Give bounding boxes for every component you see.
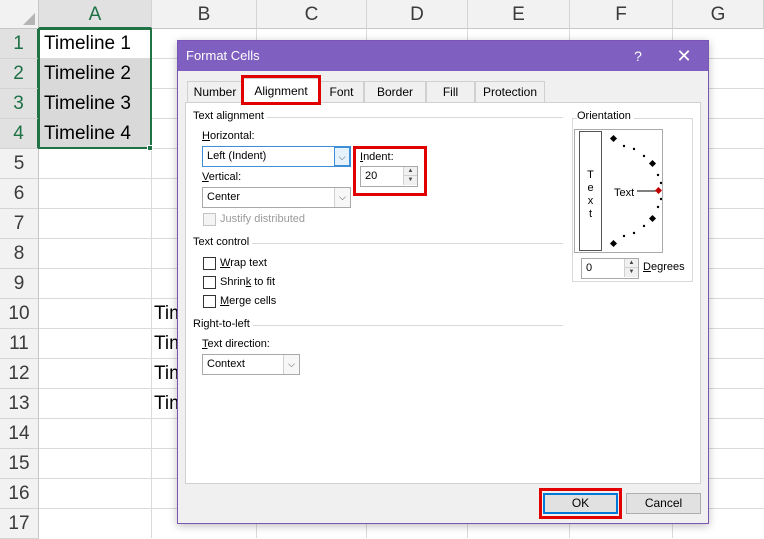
horizontal-alignment-value: Left (Indent) — [207, 150, 267, 162]
row-header-17[interactable]: 17 — [0, 509, 39, 539]
degrees-label: Degrees — [643, 261, 685, 273]
right-to-left-group-label: Right-to-left — [193, 318, 253, 330]
tab-protection[interactable]: Protection — [475, 81, 545, 102]
text-direction-select[interactable]: Context ⌵ — [202, 354, 300, 375]
row-header-10[interactable]: 10 — [0, 299, 39, 329]
column-header-d[interactable]: D — [367, 0, 468, 29]
text-direction-label: Text direction: — [202, 338, 270, 350]
row-header-13[interactable]: 13 — [0, 389, 39, 419]
indent-label: Indent: — [360, 151, 394, 163]
column-header-a[interactable]: A — [39, 0, 152, 29]
row-header-5[interactable]: 5 — [0, 149, 39, 179]
chevron-down-icon[interactable]: ⌵ — [334, 147, 350, 166]
orientation-diamond-marker — [609, 239, 618, 248]
tab-fill[interactable]: Fill — [426, 81, 475, 102]
vertical-text-toggle[interactable]: T e x t — [579, 131, 602, 251]
spin-down-icon[interactable]: ▼ — [624, 268, 638, 277]
horizontal-label: Horizontal: — [202, 130, 255, 142]
degrees-value: 0 — [586, 262, 593, 274]
vertical-text-char: e — [587, 182, 594, 194]
row-header-7[interactable]: 7 — [0, 209, 39, 239]
orientation-text-label: Text — [614, 187, 635, 199]
shrink-to-fit-checkbox[interactable] — [203, 276, 216, 289]
vertical-text-char: t — [588, 208, 593, 220]
ok-button[interactable]: OK — [543, 493, 618, 514]
text-direction-value: Context — [207, 358, 245, 370]
orientation-handle[interactable] — [654, 186, 662, 195]
justify-distributed-label: Justify distributed — [220, 213, 305, 225]
wrap-text-checkbox[interactable] — [203, 257, 216, 270]
column-header-e[interactable]: E — [468, 0, 570, 29]
row-header-11[interactable]: 11 — [0, 329, 39, 359]
degrees-spinner[interactable]: 0 ▲ ▼ — [581, 258, 639, 279]
row-header-12[interactable]: 12 — [0, 359, 39, 389]
column-header-b[interactable]: B — [152, 0, 257, 29]
fill-handle[interactable] — [147, 145, 153, 151]
row-header-2[interactable]: 2 — [0, 59, 39, 89]
justify-distributed-checkbox[interactable] — [203, 213, 216, 226]
row-header-15[interactable]: 15 — [0, 449, 39, 479]
row-header-8[interactable]: 8 — [0, 239, 39, 269]
horizontal-alignment-select[interactable]: Left (Indent) ⌵ — [202, 146, 351, 167]
indent-spinner[interactable]: 20 ▲ ▼ — [360, 166, 418, 187]
orientation-diamond-marker — [648, 214, 657, 223]
orientation-group-label: Orientation — [577, 110, 634, 122]
row-header-4[interactable]: 4 — [0, 119, 39, 149]
merge-cells-label: Merge cells — [220, 295, 277, 307]
vertical-label: Vertical: — [202, 171, 242, 183]
format-cells-dialog: Format Cells ? ✕ Number Alignment Font B… — [177, 40, 709, 524]
row-header-3[interactable]: 3 — [0, 89, 39, 119]
text-control-group-label: Text control — [193, 236, 253, 248]
selection-border — [38, 28, 152, 149]
spin-down-icon[interactable]: ▼ — [403, 176, 417, 185]
shrink-to-fit-label: Shrink to fit — [220, 276, 276, 288]
column-header-f[interactable]: F — [570, 0, 673, 29]
chevron-down-icon[interactable]: ⌵ — [283, 355, 299, 374]
indent-value: 20 — [365, 170, 378, 182]
column-header-g[interactable]: G — [673, 0, 764, 29]
spin-up-icon[interactable]: ▲ — [624, 259, 638, 268]
chevron-down-icon[interactable]: ⌵ — [334, 188, 350, 207]
help-button[interactable]: ? — [626, 41, 650, 71]
merge-cells-checkbox[interactable] — [203, 295, 216, 308]
dialog-title: Format Cells — [186, 48, 260, 63]
vertical-text-char: x — [587, 195, 594, 207]
row-header-14[interactable]: 14 — [0, 419, 39, 449]
vertical-alignment-select[interactable]: Center ⌵ — [202, 187, 351, 208]
vertical-alignment-value: Center — [207, 191, 241, 203]
close-button[interactable]: ✕ — [672, 41, 696, 71]
spin-up-icon[interactable]: ▲ — [403, 167, 417, 176]
wrap-text-label: Wrap text — [220, 257, 267, 269]
row-header-6[interactable]: 6 — [0, 179, 39, 209]
tab-number[interactable]: Number — [187, 81, 243, 102]
row-header-16[interactable]: 16 — [0, 479, 39, 509]
tab-font[interactable]: Font — [319, 81, 364, 102]
column-header-c[interactable]: C — [257, 0, 367, 29]
cancel-button[interactable]: Cancel — [626, 493, 701, 514]
select-all-corner[interactable] — [0, 0, 39, 29]
tab-alignment[interactable]: Alignment — [243, 78, 319, 103]
row-header-1[interactable]: 1 — [0, 29, 39, 59]
text-alignment-group-label: Text alignment — [193, 110, 267, 122]
vertical-text-char: T — [587, 169, 594, 181]
orientation-diamond-marker — [609, 134, 618, 143]
orientation-diamond-marker — [648, 159, 657, 168]
tab-border[interactable]: Border — [364, 81, 426, 102]
row-header-9[interactable]: 9 — [0, 269, 39, 299]
